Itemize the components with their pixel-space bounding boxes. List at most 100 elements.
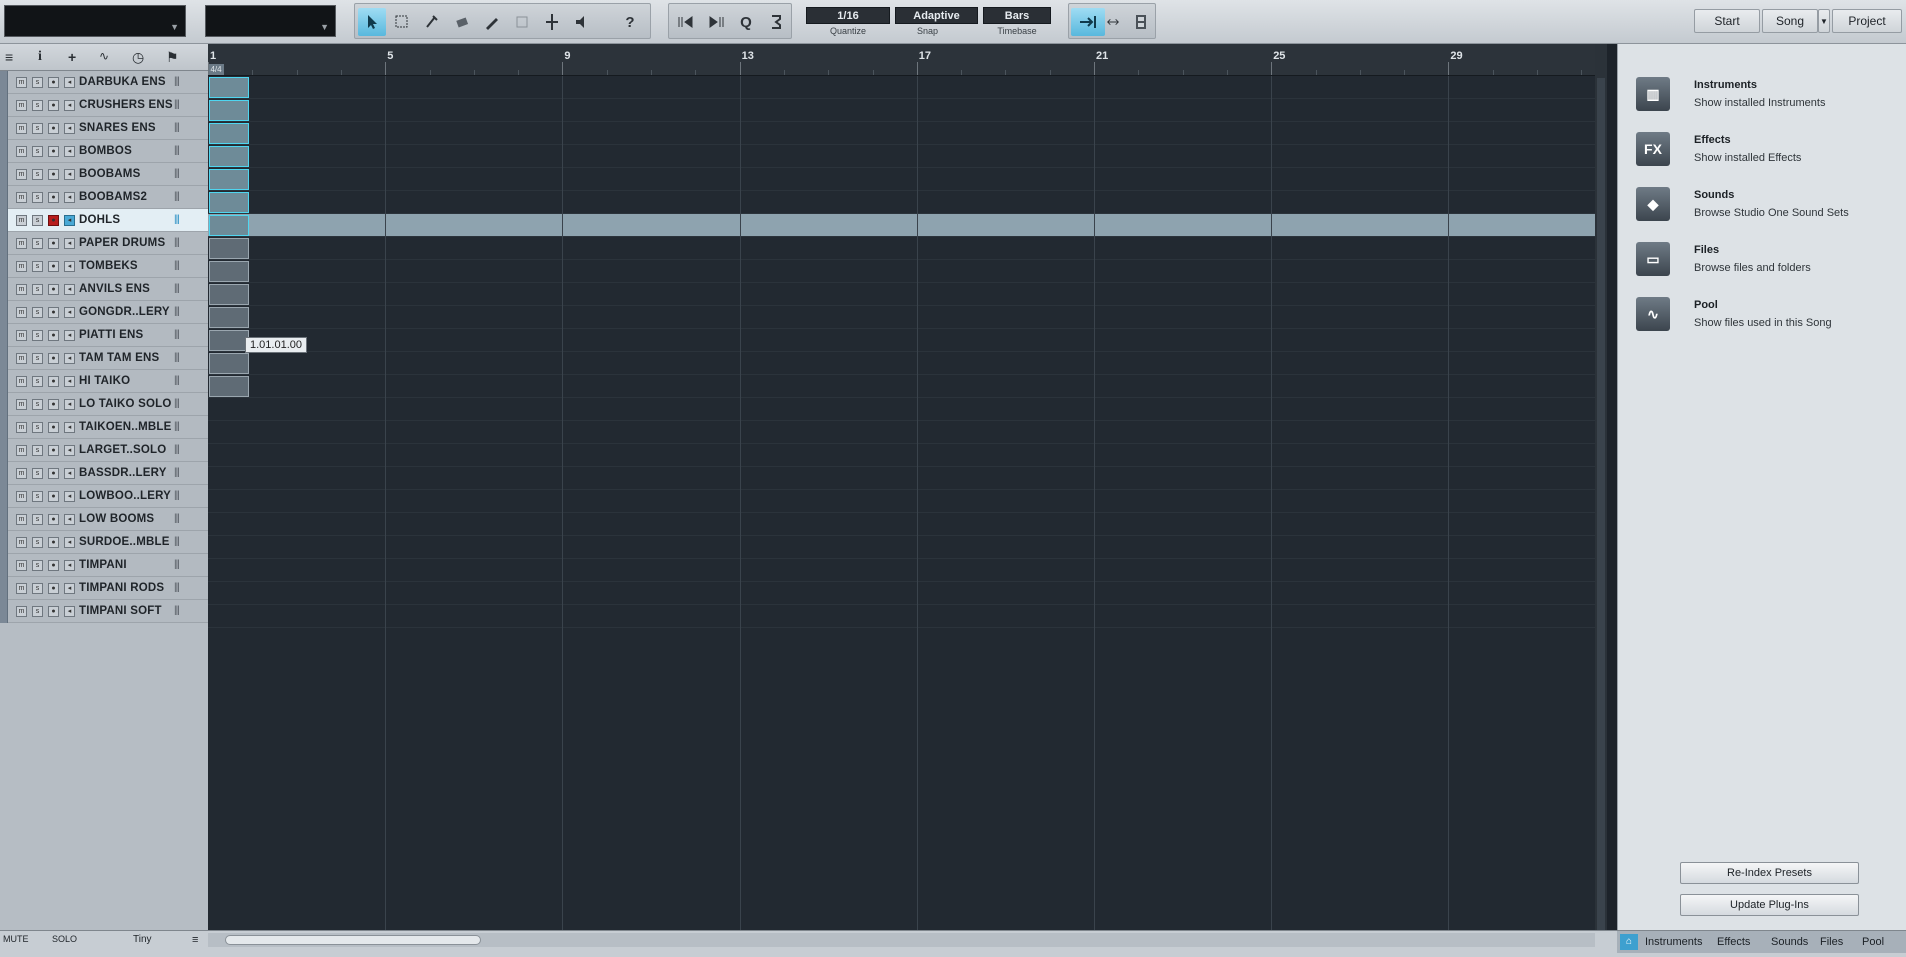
track-expand-handle[interactable] — [0, 439, 8, 462]
nudge-right-icon[interactable] — [702, 8, 730, 36]
input-dropdown[interactable]: ▼ — [205, 5, 336, 37]
record-arm-button[interactable]: ● — [48, 215, 59, 226]
track-expand-handle[interactable] — [0, 255, 8, 278]
tab-effects[interactable]: Effects — [1717, 936, 1750, 948]
mute-button[interactable]: m — [16, 100, 27, 111]
track-name[interactable]: TIMPANI RODS — [79, 582, 164, 594]
nudge-left-icon[interactable] — [672, 8, 700, 36]
track-lane[interactable] — [208, 168, 1595, 191]
autoscroll-icon[interactable] — [1071, 8, 1105, 36]
event-part[interactable] — [209, 330, 249, 351]
track-expand-handle[interactable] — [0, 393, 8, 416]
track-header[interactable]: m s ● ◂ TIMPANI RODS ||| — [0, 577, 208, 600]
record-arm-button[interactable]: ● — [48, 422, 59, 433]
track-header[interactable]: m s ● ◂ LO TAIKO SOLO ||| — [0, 393, 208, 416]
track-header[interactable]: m s ● ◂ TIMPANI SOFT ||| — [0, 600, 208, 623]
track-expand-handle[interactable] — [0, 600, 8, 623]
track-header[interactable]: m s ● ◂ DARBUKA ENS ||| — [0, 71, 208, 94]
start-button[interactable]: Start — [1694, 9, 1760, 33]
browser-item-pool[interactable]: ∿ Pool Show files used in this Song — [1636, 297, 1896, 342]
solo-button[interactable]: s — [32, 560, 43, 571]
event-part[interactable] — [209, 100, 249, 121]
record-arm-button[interactable]: ● — [48, 261, 59, 272]
track-lane[interactable] — [208, 122, 1595, 145]
track-name[interactable]: TIMPANI SOFT — [79, 605, 162, 617]
solo-button[interactable]: s — [32, 192, 43, 203]
track-name[interactable]: PIATTI ENS — [79, 329, 143, 341]
monitor-button[interactable]: ◂ — [64, 215, 75, 226]
bend-tool-icon[interactable] — [538, 8, 566, 36]
add-track-icon[interactable]: + — [68, 49, 76, 65]
track-header[interactable]: m s ● ◂ GONGDR..LERY ||| — [0, 301, 208, 324]
track-name[interactable]: LO TAIKO SOLO — [79, 398, 171, 410]
monitor-button[interactable]: ◂ — [64, 77, 75, 88]
track-lane[interactable] — [208, 559, 1595, 582]
track-expand-handle[interactable] — [0, 485, 8, 508]
track-lane[interactable] — [208, 237, 1595, 260]
mute-button[interactable]: m — [16, 284, 27, 295]
record-arm-button[interactable]: ● — [48, 100, 59, 111]
track-name[interactable]: GONGDR..LERY — [79, 306, 170, 318]
monitor-button[interactable]: ◂ — [64, 537, 75, 548]
track-header[interactable]: m s ● ◂ BASSDR..LERY ||| — [0, 462, 208, 485]
track-expand-handle[interactable] — [0, 278, 8, 301]
track-lane[interactable] — [208, 582, 1595, 605]
track-lane[interactable] — [208, 306, 1595, 329]
track-header[interactable]: m s ● ◂ SNARES ENS ||| — [0, 117, 208, 140]
track-name[interactable]: BOOBAMS — [79, 168, 140, 180]
listen-tool-icon[interactable] — [568, 8, 596, 36]
monitor-button[interactable]: ◂ — [64, 468, 75, 479]
track-lane[interactable] — [208, 513, 1595, 536]
preset-dropdown[interactable]: ▼ — [4, 5, 186, 37]
track-lane[interactable] — [208, 99, 1595, 122]
eraser-tool-icon[interactable] — [448, 8, 476, 36]
record-arm-button[interactable]: ● — [48, 399, 59, 410]
record-arm-button[interactable]: ● — [48, 537, 59, 548]
track-header[interactable]: m s ● ◂ PIATTI ENS ||| — [0, 324, 208, 347]
track-name[interactable]: LOW BOOMS — [79, 513, 154, 525]
record-arm-button[interactable]: ● — [48, 192, 59, 203]
record-arm-button[interactable]: ● — [48, 376, 59, 387]
solo-button[interactable]: s — [32, 583, 43, 594]
monitor-button[interactable]: ◂ — [64, 284, 75, 295]
track-expand-handle[interactable] — [0, 140, 8, 163]
track-header[interactable]: m s ● ◂ BOOBAMS2 ||| — [0, 186, 208, 209]
solo-button[interactable]: s — [32, 169, 43, 180]
track-expand-handle[interactable] — [0, 508, 8, 531]
browser-item-instruments[interactable]: ▥ Instruments Show installed Instruments — [1636, 77, 1896, 122]
event-part[interactable] — [209, 238, 249, 259]
track-name[interactable]: DARBUKA ENS — [79, 76, 166, 88]
horizontal-scrollbar[interactable] — [208, 933, 1595, 947]
track-name[interactable]: CRUSHERS ENS — [79, 99, 173, 111]
track-lane[interactable] — [208, 605, 1595, 628]
track-header[interactable]: m s ● ◂ TOMBEKS ||| — [0, 255, 208, 278]
track-name[interactable]: ANVILS ENS — [79, 283, 150, 295]
monitor-button[interactable]: ◂ — [64, 491, 75, 502]
tab-pool[interactable]: Pool — [1862, 936, 1884, 948]
range-tool-icon[interactable] — [388, 8, 416, 36]
song-chevron-icon[interactable]: ▼ — [1818, 9, 1830, 33]
quantize-q-icon[interactable]: Q — [732, 8, 760, 36]
track-name[interactable]: LARGET..SOLO — [79, 444, 166, 456]
track-lane[interactable] — [208, 490, 1595, 513]
track-expand-handle[interactable] — [0, 209, 8, 232]
solo-button[interactable]: s — [32, 606, 43, 617]
solo-button[interactable]: s — [32, 376, 43, 387]
record-arm-button[interactable]: ● — [48, 307, 59, 318]
track-header[interactable]: m s ● ◂ LOW BOOMS ||| — [0, 508, 208, 531]
solo-button[interactable]: s — [32, 445, 43, 456]
mute-button[interactable]: m — [16, 238, 27, 249]
edit-follow-icon[interactable] — [1105, 8, 1121, 36]
track-lane[interactable] — [208, 375, 1595, 398]
record-arm-button[interactable]: ● — [48, 560, 59, 571]
record-arm-button[interactable]: ● — [48, 606, 59, 617]
track-header[interactable]: m s ● ◂ TAM TAM ENS ||| — [0, 347, 208, 370]
monitor-button[interactable]: ◂ — [64, 192, 75, 203]
track-expand-handle[interactable] — [0, 94, 8, 117]
monitor-button[interactable]: ◂ — [64, 583, 75, 594]
record-arm-button[interactable]: ● — [48, 353, 59, 364]
automation-icon[interactable]: ∿ — [99, 49, 109, 63]
list-menu-icon[interactable]: ≡ — [192, 934, 198, 946]
mute-button[interactable]: m — [16, 491, 27, 502]
track-lane[interactable] — [208, 444, 1595, 467]
